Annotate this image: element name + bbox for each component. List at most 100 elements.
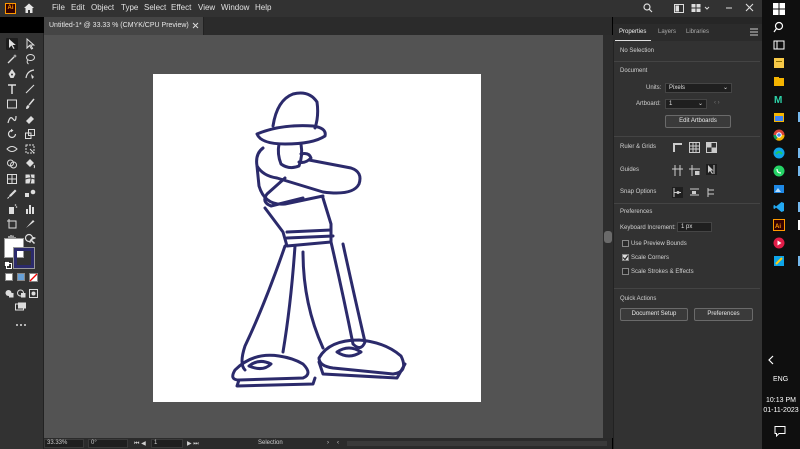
grid-icon[interactable] <box>689 142 700 153</box>
horizontal-scrollbar[interactable] <box>347 441 607 446</box>
edge-app-icon[interactable] <box>773 147 787 161</box>
free-transform-tool-icon[interactable] <box>24 143 36 155</box>
width-tool-icon[interactable] <box>6 143 18 155</box>
column-graph-tool-icon[interactable] <box>24 203 36 215</box>
mega-app-icon[interactable]: M <box>773 93 787 107</box>
menu-effect[interactable]: Effect <box>171 3 191 12</box>
artboard-select[interactable]: 1 ⌄ <box>665 99 707 109</box>
edit-artboards-button[interactable]: Edit Artboards <box>665 115 731 128</box>
artboard[interactable] <box>153 74 481 402</box>
horizontal-scroll-left-icon[interactable]: ‹ <box>337 440 339 446</box>
rotate-tool-icon[interactable] <box>6 128 18 140</box>
use-preview-bounds-label[interactable]: Use Preview Bounds <box>631 241 687 247</box>
artboard-number[interactable]: 1 <box>154 440 157 446</box>
scale-corners-checkbox[interactable] <box>622 254 629 261</box>
photos-app-icon[interactable] <box>773 183 787 197</box>
tab-layers[interactable]: Layers <box>658 29 676 35</box>
vertical-scrollbar-thumb[interactable] <box>604 231 612 243</box>
artboard-tool-icon[interactable] <box>6 218 18 230</box>
whatsapp-app-icon[interactable] <box>773 165 787 179</box>
rectangle-tool-icon[interactable] <box>6 98 18 110</box>
scale-tool-icon[interactable] <box>24 128 36 140</box>
taskbar-search-icon[interactable] <box>773 21 787 35</box>
stroke-swatch[interactable] <box>13 247 35 269</box>
document-tab[interactable]: Untitled-1* @ 33.33 % (CMYK/CPU Preview) <box>44 17 204 35</box>
taskbar-clock[interactable]: 10:13 PM 01-11-2023 <box>762 396 800 416</box>
arrange-documents-icon[interactable] <box>674 4 684 15</box>
artboard-nav-arrows-icon[interactable]: ⏮ ◀ <box>134 440 146 448</box>
notifications-icon[interactable] <box>774 425 786 439</box>
lasso-tool-icon[interactable] <box>24 53 36 65</box>
vscode-app-icon[interactable] <box>773 201 787 215</box>
rotation-field[interactable]: 0° <box>91 440 97 446</box>
snap-to-point-icon[interactable] <box>672 187 683 198</box>
direct-selection-tool-icon[interactable] <box>24 37 36 50</box>
snap-to-pixel-icon[interactable] <box>689 187 700 198</box>
draw-behind-icon[interactable] <box>17 289 26 300</box>
eyedropper-tool-icon[interactable] <box>6 188 18 200</box>
task-view-icon[interactable] <box>773 39 787 53</box>
current-tool[interactable]: Selection <box>258 440 283 446</box>
menu-select[interactable]: Select <box>144 3 166 12</box>
curvature-tool-icon[interactable] <box>24 68 36 80</box>
shaper-tool-icon[interactable] <box>6 113 18 125</box>
panel-collapse-bar[interactable] <box>613 17 762 24</box>
line-segment-tool-icon[interactable] <box>24 83 36 95</box>
smart-guides-icon[interactable] <box>706 164 717 175</box>
swap-fill-stroke-icon[interactable] <box>29 236 37 247</box>
file-explorer-app-icon[interactable] <box>773 75 787 89</box>
home-icon[interactable] <box>23 2 35 16</box>
units-select[interactable]: Pixels ⌄ <box>665 83 732 93</box>
default-fill-stroke-icon[interactable] <box>4 261 12 271</box>
search-icon[interactable] <box>643 3 653 15</box>
magic-wand-tool-icon[interactable] <box>6 53 18 65</box>
color-mode-icon[interactable] <box>5 273 13 281</box>
menu-type[interactable]: Type <box>121 3 138 12</box>
screen-mode-icon[interactable] <box>15 302 27 314</box>
close-tab-icon[interactable] <box>192 22 199 31</box>
illustrator-app-icon[interactable]: Ai <box>773 219 787 233</box>
rulers-icon[interactable] <box>672 142 683 153</box>
scale-strokes-effects-checkbox[interactable] <box>622 268 629 275</box>
minimize-icon[interactable] <box>725 3 733 15</box>
menu-edit[interactable]: Edit <box>71 3 85 12</box>
panel-menu-icon[interactable] <box>750 28 758 38</box>
document-setup-button[interactable]: Document Setup <box>620 308 688 321</box>
draw-normal-icon[interactable] <box>5 289 14 300</box>
sticky-notes-app-icon[interactable] <box>773 57 787 71</box>
tab-properties[interactable]: Properties <box>619 29 646 35</box>
close-window-icon[interactable] <box>745 3 754 14</box>
character-line-drawing[interactable] <box>153 74 481 402</box>
lock-guides-icon[interactable] <box>689 165 700 176</box>
show-guides-icon[interactable] <box>672 165 683 176</box>
pen-tool-icon[interactable] <box>6 68 18 80</box>
snap-to-glyph-icon[interactable] <box>706 187 717 198</box>
symbol-sprayer-tool-icon[interactable] <box>6 203 18 215</box>
menu-view[interactable]: View <box>198 3 215 12</box>
media-player-app-icon[interactable] <box>773 237 787 251</box>
eraser-tool-icon[interactable] <box>24 113 36 125</box>
mesh-tool-icon[interactable] <box>24 173 36 185</box>
scale-corners-label[interactable]: Scale Corners <box>631 255 669 261</box>
artboard-next-arrows-icon[interactable]: ▶ ⏭ <box>187 440 199 448</box>
windows-start-icon[interactable] <box>773 3 787 17</box>
slice-tool-icon[interactable] <box>24 218 36 230</box>
paint-app-icon[interactable] <box>773 255 787 269</box>
menu-help[interactable]: Help <box>255 3 271 12</box>
menu-window[interactable]: Window <box>221 3 249 12</box>
gradient-mode-icon[interactable] <box>17 273 25 281</box>
paintbrush-tool-icon[interactable] <box>24 98 36 110</box>
blend-tool-icon[interactable] <box>24 188 36 200</box>
edit-toolbar-icon[interactable] <box>15 322 27 329</box>
draw-inside-icon[interactable] <box>29 289 38 300</box>
menu-file[interactable]: File <box>52 3 65 12</box>
status-menu-arrow-icon[interactable]: › <box>327 440 329 446</box>
zoom-field[interactable]: 33.33% <box>47 440 67 446</box>
show-hidden-icons-icon[interactable] <box>767 355 775 367</box>
none-mode-icon[interactable] <box>29 273 38 284</box>
artboard-prev-next-icon[interactable]: ‹ › <box>714 100 720 106</box>
tab-libraries[interactable]: Libraries <box>686 29 709 35</box>
menu-object[interactable]: Object <box>91 3 114 12</box>
selection-tool-icon[interactable] <box>6 38 18 50</box>
preferences-button[interactable]: Preferences <box>694 308 753 321</box>
